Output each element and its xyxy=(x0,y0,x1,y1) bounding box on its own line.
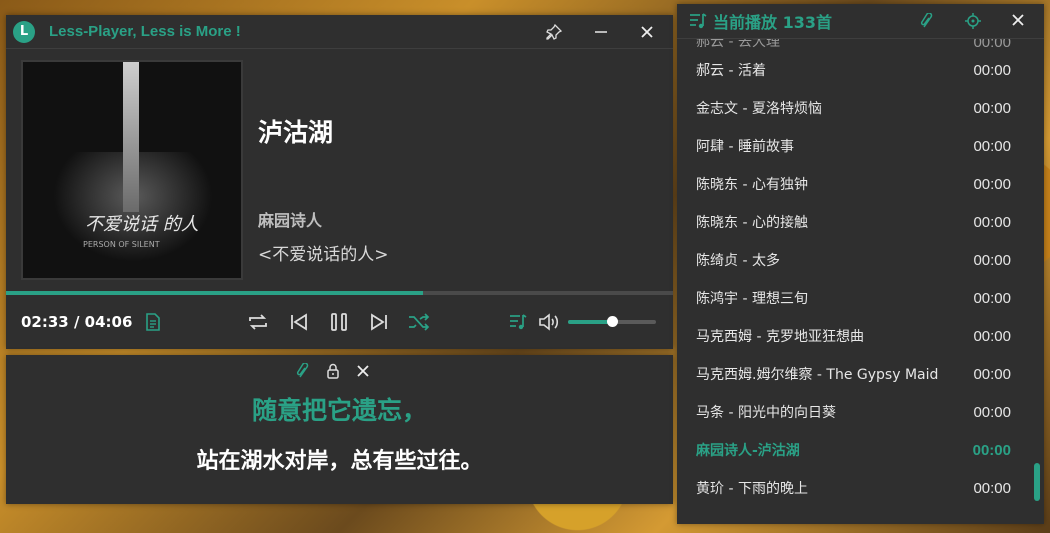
progress-bar[interactable] xyxy=(6,291,673,295)
playlist-item[interactable]: 马条 - 阳光中的向日葵 00:00 xyxy=(677,393,1044,431)
next-icon xyxy=(369,313,389,331)
playlist-item[interactable]: 陈晓东 - 心有独钟 00:00 xyxy=(677,165,1044,203)
minimize-icon xyxy=(594,25,608,39)
playlist-item-title: 金志文 - 夏洛特烦恼 xyxy=(696,101,822,117)
playlist-item-duration: 00:00 xyxy=(973,137,1011,155)
current-lyric: 随意把它遗忘， xyxy=(251,396,427,425)
playlist-item[interactable]: 陈晓东 - 心的接触 00:00 xyxy=(677,203,1044,241)
playlist-item[interactable]: 阿肆 - 睡前故事 00:00 xyxy=(677,127,1044,165)
album-cover[interactable]: 不爱说话 的人 PERSON OF SILENT xyxy=(21,60,243,280)
playlist-item-duration: 00:00 xyxy=(973,39,1011,51)
volume-fill xyxy=(568,320,612,324)
player-window: L Less-Player, Less is More ! 不爱说话 的人 PE… xyxy=(6,15,673,349)
app-logo: L xyxy=(13,20,35,43)
playlist-item[interactable]: 金志文 - 夏洛特烦恼 00:00 xyxy=(677,89,1044,127)
close-icon xyxy=(356,363,370,379)
playlist-item[interactable]: 郝云 - 去大理 00:00 xyxy=(677,39,1044,51)
pin-button[interactable] xyxy=(542,21,566,43)
playlist-item-duration: 00:00 xyxy=(973,251,1011,269)
pin-icon xyxy=(296,363,310,379)
lyric-file-icon xyxy=(145,313,161,331)
playlist-icon xyxy=(689,12,707,30)
lyric-button[interactable] xyxy=(145,310,161,334)
shuffle-button[interactable] xyxy=(407,310,431,334)
pin-icon xyxy=(920,13,934,29)
previous-button[interactable] xyxy=(289,310,309,334)
playlist-item[interactable]: 麻园诗人-泸沽湖 00:00 xyxy=(677,431,1044,469)
player-titlebar[interactable]: L Less-Player, Less is More ! xyxy=(6,15,673,49)
playlist-close-button[interactable] xyxy=(1011,13,1025,27)
playlist-title: 当前播放 133首 xyxy=(713,13,832,32)
pause-button[interactable] xyxy=(329,310,349,334)
pin-icon xyxy=(546,24,562,40)
progress-fill xyxy=(6,291,423,295)
playlist-item-title: 陈绮贞 - 太多 xyxy=(696,253,780,269)
playlist-header: 当前播放 133首 xyxy=(677,4,1044,39)
song-title: 泸沽湖 xyxy=(258,118,334,147)
locate-button[interactable] xyxy=(965,13,981,29)
playlist-item-title: 陈鸿宇 - 理想三旬 xyxy=(696,291,808,307)
playlist-scrollbar[interactable] xyxy=(1034,463,1040,501)
locate-icon xyxy=(965,13,981,29)
playlist-item-duration: 00:00 xyxy=(973,365,1011,383)
pause-icon xyxy=(329,312,349,332)
close-button[interactable] xyxy=(635,21,659,43)
volume-knob[interactable] xyxy=(607,316,618,327)
playlist-item-duration: 00:00 xyxy=(973,213,1011,231)
lyric-window: 随意把它遗忘， 站在湖水对岸，总有些过往。 xyxy=(6,355,673,504)
lyric-pin-button[interactable] xyxy=(296,363,310,379)
next-button[interactable] xyxy=(369,310,389,334)
lock-icon xyxy=(326,363,340,379)
playlist-item-title: 马克西姆.姆尔维察 - The Gypsy Maid xyxy=(696,367,939,383)
cover-subtitle: PERSON OF SILENT xyxy=(83,240,160,249)
time-display: 02:33 / 04:06 xyxy=(21,313,133,331)
artist-name[interactable]: 麻园诗人 xyxy=(258,207,322,231)
playlist-item-title: 阿肆 - 睡前故事 xyxy=(696,139,794,155)
playlist-item-duration: 00:00 xyxy=(972,441,1011,459)
playlist-item-title: 郝云 - 活着 xyxy=(696,63,766,79)
close-icon xyxy=(640,25,654,39)
playlist-item-title: 麻园诗人-泸沽湖 xyxy=(696,443,800,459)
playlist-list: 郝云 - 去大理 00:00 郝云 - 活着 00:00 金志文 - 夏洛特烦恼 00:0… xyxy=(677,39,1044,507)
shuffle-icon xyxy=(407,312,431,332)
volume-icon xyxy=(538,313,560,331)
playlist-item-duration: 00:00 xyxy=(973,327,1011,345)
playlist-item-duration: 00:00 xyxy=(973,289,1011,307)
playlist-item-duration: 00:00 xyxy=(973,99,1011,117)
volume-button[interactable] xyxy=(538,310,560,334)
playlist-pin-button[interactable] xyxy=(920,13,934,29)
playlist-item-duration: 00:00 xyxy=(973,479,1011,497)
playlist-item[interactable]: 马克西姆.姆尔维察 - The Gypsy Maid 00:00 xyxy=(677,355,1044,393)
playlist-item[interactable]: 陈绮贞 - 太多 00:00 xyxy=(677,241,1044,279)
playlist-item-duration: 00:00 xyxy=(973,403,1011,421)
next-lyric: 站在湖水对岸，总有些过往。 xyxy=(196,449,483,474)
playlist-item-title: 陈晓东 - 心有独钟 xyxy=(696,177,808,193)
close-icon xyxy=(1011,13,1025,27)
playlist-item-duration: 00:00 xyxy=(973,61,1011,79)
lyric-lock-button[interactable] xyxy=(326,363,340,379)
playlist-window: 当前播放 133首 郝云 - 去大理 00:00 郝云 - 活着 00:00 金志文 -… xyxy=(677,4,1044,524)
playlist-item[interactable]: 黄玠 - 下雨的晚上 00:00 xyxy=(677,469,1044,507)
playlist-icon xyxy=(509,313,527,331)
playlist-item-title: 马条 - 阳光中的向日葵 xyxy=(696,405,836,421)
playlist-item-title: 马克西姆 - 克罗地亚狂想曲 xyxy=(696,329,864,345)
playlist-item-title: 黄玠 - 下雨的晚上 xyxy=(696,481,808,497)
playlist-item[interactable]: 陈鸿宇 - 理想三旬 00:00 xyxy=(677,279,1044,317)
playlist-item-title: 郝云 - 去大理 xyxy=(696,39,780,50)
app-title: Less-Player, Less is More ! xyxy=(49,23,241,40)
lyric-close-button[interactable] xyxy=(356,363,370,379)
minimize-button[interactable] xyxy=(589,21,613,43)
volume-slider[interactable] xyxy=(568,316,656,327)
repeat-button[interactable] xyxy=(247,310,269,334)
playlist-item[interactable]: 马克西姆 - 克罗地亚狂想曲 00:00 xyxy=(677,317,1044,355)
repeat-icon xyxy=(247,312,269,332)
playlist-item-title: 陈晓东 - 心的接触 xyxy=(696,215,808,231)
playlist-button[interactable] xyxy=(509,310,527,334)
previous-icon xyxy=(289,313,309,331)
playlist-item[interactable]: 郝云 - 活着 00:00 xyxy=(677,51,1044,89)
cover-title: 不爱说话 的人 xyxy=(85,214,199,235)
playlist-item-duration: 00:00 xyxy=(973,175,1011,193)
album-name[interactable]: <不爱说话的人> xyxy=(258,240,389,265)
